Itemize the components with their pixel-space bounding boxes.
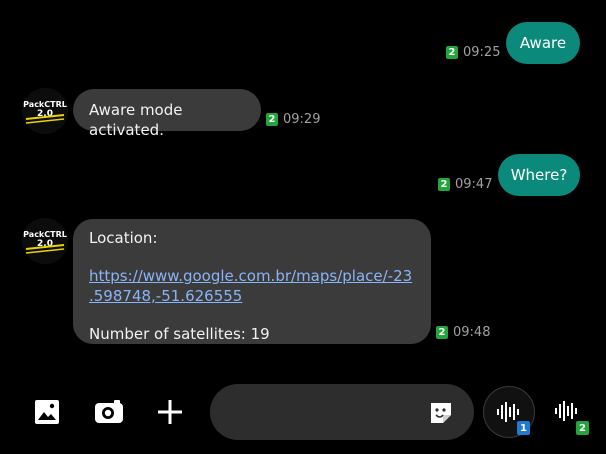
add-attachment-button[interactable] (155, 397, 185, 427)
camera-icon (95, 400, 123, 423)
location-label: Location: (89, 229, 158, 247)
sim-2-icon: 2 (576, 421, 589, 435)
message-bubble-incoming[interactable]: Location: https://www.google.com.br/maps… (73, 219, 431, 344)
svg-text:PackCTRL: PackCTRL (23, 100, 67, 109)
sim-2-icon: 2 (436, 326, 448, 339)
sim-1-icon: 1 (517, 421, 530, 435)
image-icon (35, 400, 59, 424)
message-meta: 2 09:29 (266, 112, 320, 127)
voice-waveform-icon (497, 402, 519, 422)
message-time: 09:47 (455, 177, 493, 192)
map-link-line2: .598748,-51.626555 (89, 287, 243, 305)
message-time: 09:48 (453, 325, 491, 340)
sim-2-icon: 2 (438, 178, 450, 191)
packctrl-logo-icon: PackCTRL 2.0 (22, 88, 68, 134)
message-bubble-incoming[interactable]: Aware mode activated. (73, 89, 261, 139)
message-meta: 2 09:25 (446, 45, 500, 60)
sim-2-icon: 2 (446, 46, 458, 59)
message-bubble-outgoing[interactable]: Where? (498, 154, 580, 196)
message-text: Where? (510, 166, 568, 184)
sim-2-icon: 2 (266, 113, 278, 126)
message-meta: 2 09:47 (438, 177, 492, 192)
sticker-icon (431, 403, 451, 423)
message-bubble-outgoing[interactable]: Aware (506, 22, 580, 64)
voice-waveform-icon (555, 401, 577, 421)
message-time: 09:25 (463, 45, 501, 60)
contact-avatar[interactable]: PackCTRL 2.0 (22, 88, 68, 134)
map-link-line1: https://www.google.com.br/maps/place/-23 (89, 267, 413, 285)
camera-button[interactable] (93, 397, 125, 427)
message-text: Aware (519, 34, 567, 52)
sticker-button[interactable] (426, 398, 456, 428)
svg-text:PackCTRL: PackCTRL (23, 230, 67, 239)
contact-avatar[interactable]: PackCTRL 2.0 (22, 218, 68, 264)
gallery-button[interactable] (32, 397, 62, 427)
plus-icon (158, 400, 182, 424)
message-meta: 2 09:48 (436, 325, 490, 340)
satellites-text: Number of satellites: 19 (89, 325, 270, 343)
message-text: Aware mode activated. (89, 101, 183, 139)
map-link[interactable]: https://www.google.com.br/maps/place/-23… (89, 266, 415, 306)
message-time: 09:29 (283, 112, 321, 127)
packctrl-logo-icon: PackCTRL 2.0 (22, 218, 68, 264)
